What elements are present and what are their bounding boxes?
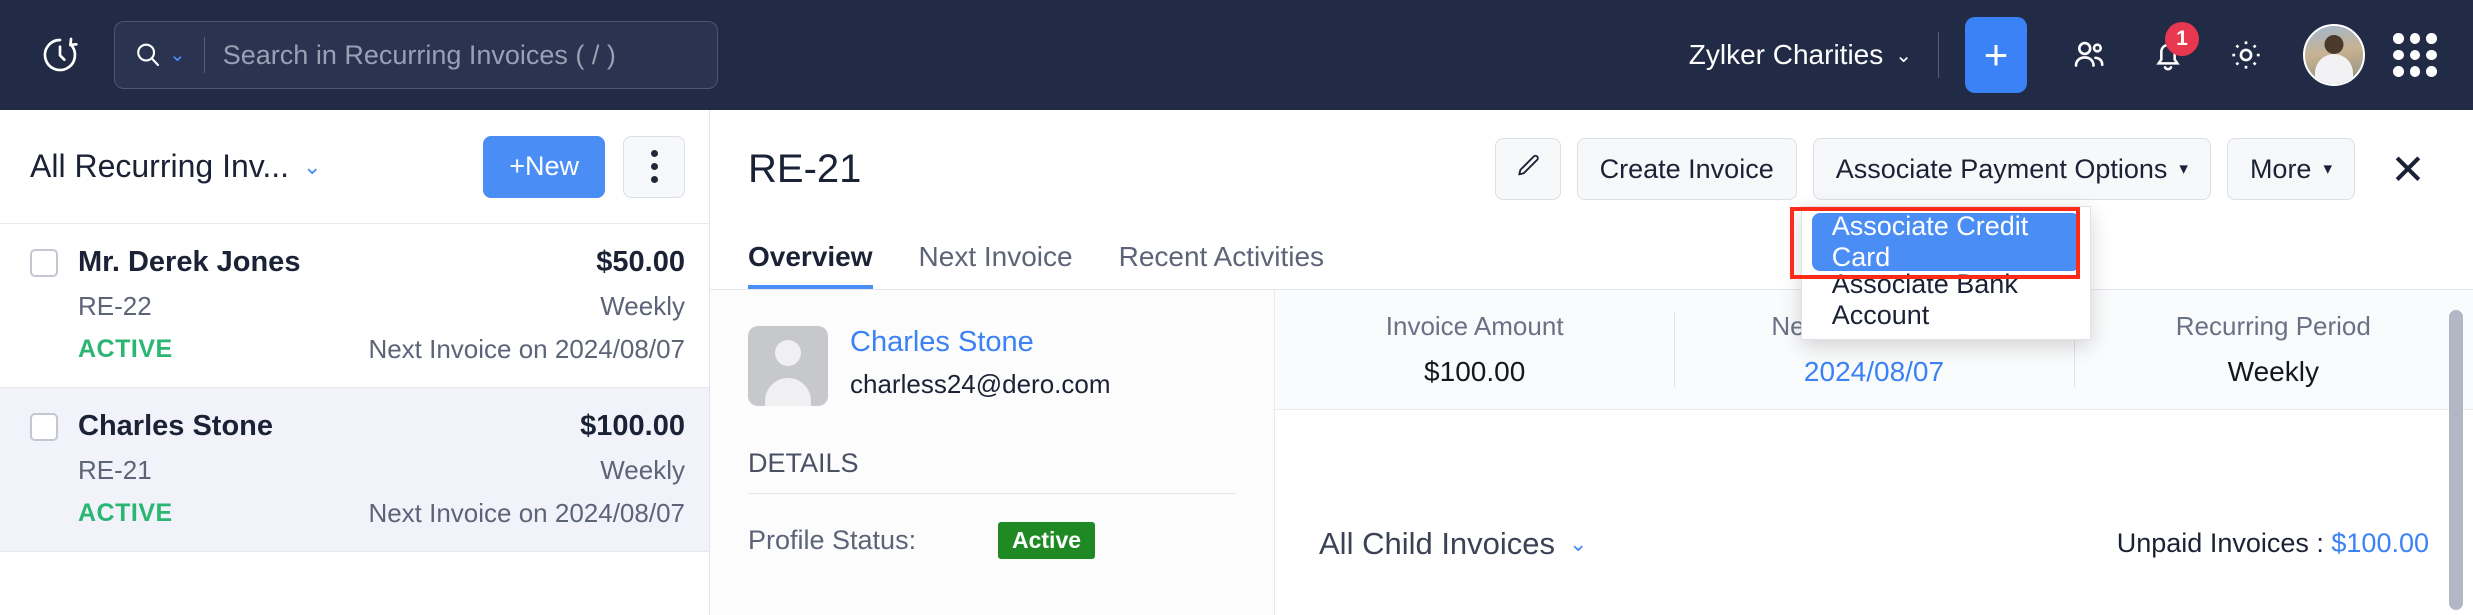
top-header-right-actions: Zylker Charities ⌄ + 1	[1689, 17, 2473, 93]
row-checkbox[interactable]	[30, 413, 58, 441]
people-icon[interactable]	[2059, 24, 2121, 86]
details-section-heading: DETAILS	[748, 448, 1236, 494]
record-body: Charles Stone charless24@dero.com DETAIL…	[710, 290, 2473, 615]
new-record-button[interactable]: +New	[483, 136, 605, 198]
list-item-frequency: Weekly	[600, 291, 685, 322]
edit-button[interactable]	[1495, 138, 1561, 200]
stat-value-link[interactable]: 2024/08/07	[1804, 356, 1944, 388]
unpaid-invoices-label: Unpaid Invoices :	[2117, 528, 2324, 558]
chevron-down-icon: ⌄	[1895, 43, 1912, 68]
create-invoice-button[interactable]: Create Invoice	[1577, 138, 1797, 200]
list-item-amount: $100.00	[580, 410, 685, 443]
detail-row-profile-status: Profile Status: Active	[748, 522, 1236, 559]
list-item[interactable]: Charles Stone $100.00 RE-21 Weekly ACTIV…	[0, 388, 709, 552]
detail-label: Profile Status:	[748, 525, 998, 556]
unpaid-invoices-summary: Unpaid Invoices : $100.00	[2117, 528, 2429, 559]
list-item-name: Charles Stone	[78, 410, 273, 443]
record-header: RE-21 Create Invoice Associate Payment O…	[710, 110, 2473, 228]
child-invoices-label: All Child Invoices	[1319, 526, 1555, 562]
apps-grid-icon[interactable]	[2387, 27, 2443, 83]
more-actions-button[interactable]: More ▾	[2227, 138, 2355, 200]
stat-recurring-period: Recurring Period Weekly	[2074, 290, 2473, 409]
search-scope-chevron-down-icon[interactable]: ⌄	[169, 45, 186, 65]
global-search-box[interactable]: ⌄	[114, 21, 718, 89]
customer-name-link[interactable]: Charles Stone	[850, 326, 1111, 359]
notification-count-badge: 1	[2165, 22, 2199, 56]
status-badge: Active	[998, 522, 1095, 559]
chevron-down-icon: ⌄	[1569, 531, 1587, 557]
list-view-selector[interactable]: All Recurring Inv... ⌄	[30, 148, 321, 185]
chevron-down-icon: ▾	[2179, 159, 2188, 179]
row-checkbox[interactable]	[30, 249, 58, 277]
list-item-amount: $50.00	[596, 246, 685, 279]
associate-payment-options-button[interactable]: Associate Payment Options ▾	[1813, 138, 2211, 200]
list-item-frequency: Weekly	[600, 455, 685, 486]
dropdown-item-associate-credit-card[interactable]: Associate Credit Card	[1812, 213, 2080, 271]
chevron-down-icon: ▾	[2323, 159, 2332, 179]
tab-next-invoice[interactable]: Next Invoice	[919, 241, 1073, 289]
pencil-icon	[1513, 151, 1543, 188]
record-toolbar: Create Invoice Associate Payment Options…	[1495, 138, 2437, 200]
dropdown-item-associate-bank-account[interactable]: Associate Bank Account	[1812, 271, 2080, 329]
status-badge: ACTIVE	[78, 335, 173, 364]
associate-payment-options-label: Associate Payment Options	[1836, 154, 2168, 185]
list-item-next-invoice: Next Invoice on 2024/08/07	[368, 334, 685, 365]
list-item[interactable]: Mr. Derek Jones $50.00 RE-22 Weekly ACTI…	[0, 224, 709, 388]
associate-payment-options-dropdown: Associate Credit Card Associate Bank Acc…	[1801, 206, 2091, 340]
tab-overview[interactable]: Overview	[748, 241, 873, 289]
top-header-bar: ⌄ Zylker Charities ⌄ + 1	[0, 0, 2473, 110]
record-detail-panel: RE-21 Create Invoice Associate Payment O…	[710, 110, 2473, 615]
status-badge: ACTIVE	[78, 499, 173, 528]
notifications-bell-icon[interactable]: 1	[2137, 24, 2199, 86]
stat-label: Invoice Amount	[1386, 311, 1564, 342]
page-title: RE-21	[748, 147, 861, 192]
vertical-scrollbar[interactable]	[2449, 310, 2463, 610]
customer-summary: Charles Stone charless24@dero.com	[748, 326, 1236, 406]
list-item-reference: RE-22	[78, 291, 152, 322]
stat-label: Recurring Period	[2176, 311, 2371, 342]
quick-create-button[interactable]: +	[1965, 17, 2027, 93]
child-invoices-section: All Child Invoices ⌄ Unpaid Invoices : $…	[1275, 472, 2473, 615]
list-item-reference: RE-21	[78, 455, 152, 486]
plus-icon: +	[1984, 31, 2009, 79]
search-divider	[204, 37, 205, 73]
list-item-next-invoice: Next Invoice on 2024/08/07	[368, 498, 685, 529]
search-input[interactable]	[223, 40, 699, 71]
organization-selector[interactable]: Zylker Charities ⌄	[1689, 39, 1912, 71]
record-tabs: Overview Next Invoice Recent Activities	[710, 228, 2473, 290]
sidebar-kebab-menu-icon[interactable]	[623, 136, 685, 198]
stat-value: $100.00	[1424, 356, 1525, 388]
tab-recent-activities[interactable]: Recent Activities	[1119, 241, 1324, 289]
more-actions-label: More	[2250, 154, 2312, 185]
stat-value: Weekly	[2228, 356, 2319, 388]
list-view-name: All Recurring Inv...	[30, 148, 289, 185]
organization-name: Zylker Charities	[1689, 39, 1883, 71]
gear-icon[interactable]	[2215, 24, 2277, 86]
child-invoices-filter[interactable]: All Child Invoices ⌄	[1319, 526, 1587, 562]
unpaid-invoices-value[interactable]: $100.00	[2331, 528, 2429, 558]
recurring-invoices-sidebar: All Recurring Inv... ⌄ +New Mr. Derek Jo…	[0, 110, 710, 615]
sidebar-header: All Recurring Inv... ⌄ +New	[0, 110, 709, 224]
customer-email: charless24@dero.com	[850, 369, 1111, 400]
user-avatar[interactable]	[2303, 24, 2365, 86]
customer-avatar	[748, 326, 828, 406]
list-item-name: Mr. Derek Jones	[78, 246, 300, 279]
close-icon[interactable]: ✕	[2379, 140, 2437, 198]
history-clock-icon[interactable]	[34, 29, 86, 81]
customer-details-column: Charles Stone charless24@dero.com DETAIL…	[710, 290, 1275, 615]
chevron-down-icon: ⌄	[303, 154, 321, 180]
header-divider	[1938, 32, 1939, 78]
stat-invoice-amount: Invoice Amount $100.00	[1275, 290, 1674, 409]
associate-payment-options-wrapper: Associate Payment Options ▾ Associate Cr…	[1813, 138, 2211, 200]
search-icon[interactable]: ⌄	[133, 40, 186, 70]
